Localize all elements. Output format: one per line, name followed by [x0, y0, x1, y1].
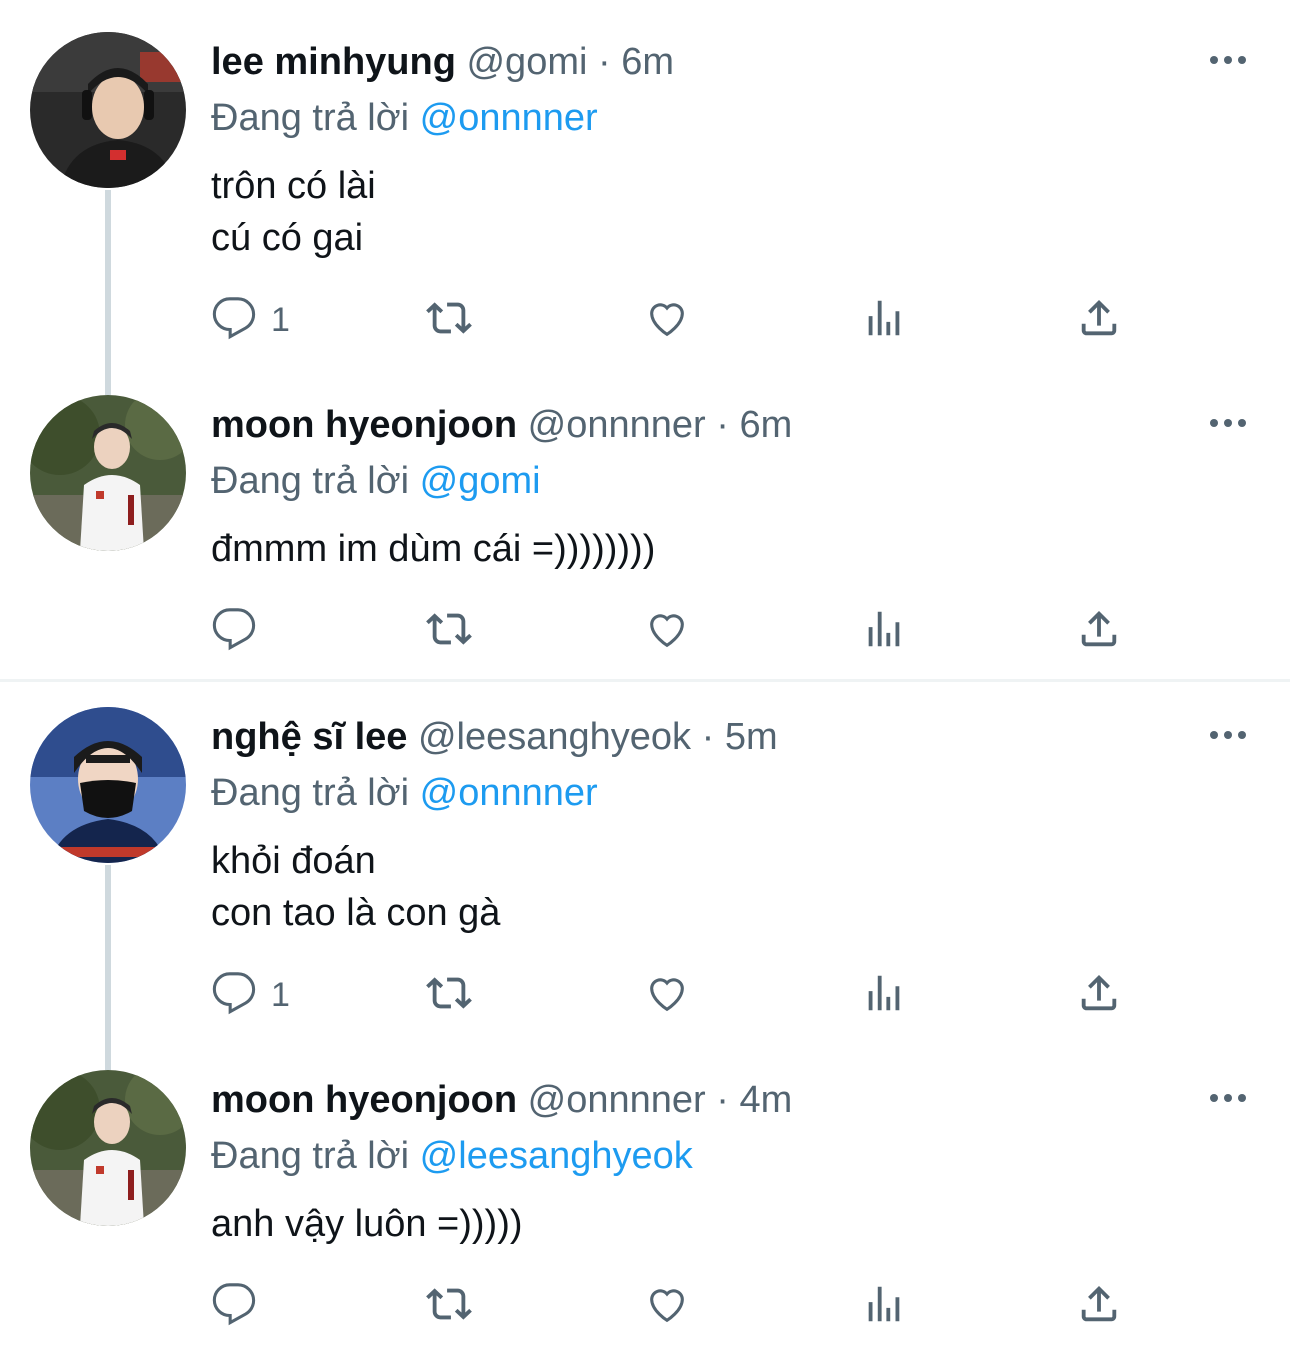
reply-button[interactable] — [211, 1281, 271, 1331]
display-name[interactable]: lee minhyung — [211, 41, 456, 83]
share-button[interactable] — [1076, 295, 1122, 345]
tweet-header: nghệ sĩ lee @leesanghyeok · 5m — [211, 707, 1260, 767]
display-name[interactable]: moon hyeonjoon — [211, 1079, 517, 1121]
retweet-button[interactable] — [426, 1281, 472, 1331]
thread-divider — [0, 679, 1290, 682]
more-dots-icon[interactable] — [1208, 413, 1248, 433]
timestamp[interactable]: 4m — [739, 1079, 792, 1121]
retweet-icon — [426, 970, 472, 1021]
share-icon — [1076, 970, 1122, 1021]
user-handle[interactable]: @onnnner — [528, 1079, 706, 1121]
tweet-text-line: cú có gai — [211, 217, 364, 259]
retweet-button[interactable] — [426, 295, 472, 345]
views-button[interactable] — [861, 1281, 907, 1331]
display-name[interactable]: nghệ sĩ lee — [211, 716, 407, 758]
reply-icon — [211, 295, 257, 346]
tweet-text-line: con tao là con gà — [211, 892, 501, 934]
tweet-header: lee minhyung @gomi · 6m — [211, 32, 1260, 92]
share-button[interactable] — [1076, 606, 1122, 656]
reply-button[interactable] — [211, 606, 271, 656]
views-button[interactable] — [861, 606, 907, 656]
heart-icon — [644, 1281, 690, 1332]
heart-icon — [644, 606, 690, 657]
tweet-text: đmmm im dùm cái =)))))))) — [211, 523, 1260, 575]
avatar[interactable] — [30, 1070, 186, 1226]
reply-icon — [211, 606, 257, 657]
replying-mention[interactable]: @onnnner — [420, 97, 598, 139]
replying-mention[interactable]: @leesanghyeok — [420, 1135, 693, 1177]
reply-button[interactable]: 1 — [211, 970, 290, 1020]
separator: · — [716, 404, 729, 446]
tweet-text-line: khỏi đoán — [211, 840, 376, 882]
replying-to: Đang trả lời @gomi — [211, 455, 1260, 507]
replying-mention[interactable]: @onnnner — [420, 772, 598, 814]
like-button[interactable] — [644, 970, 690, 1020]
replying-to: Đang trả lời @leesanghyeok — [211, 1130, 1260, 1182]
timestamp[interactable]: 5m — [725, 716, 778, 758]
replying-prefix: Đang trả lời — [211, 460, 410, 502]
replying-to: Đang trả lời @onnnner — [211, 767, 1260, 819]
more-dots-icon[interactable] — [1208, 1088, 1248, 1108]
replying-prefix: Đang trả lời — [211, 1135, 410, 1177]
display-name[interactable]: moon hyeonjoon — [211, 404, 517, 446]
replying-prefix: Đang trả lời — [211, 97, 410, 139]
replying-to: Đang trả lời @onnnner — [211, 92, 1260, 144]
thread-line — [105, 865, 111, 1070]
avatar[interactable] — [30, 32, 186, 188]
retweet-icon — [426, 606, 472, 657]
tweet-text: khỏi đoán con tao là con gà — [211, 835, 1260, 939]
reply-count: 1 — [271, 975, 290, 1014]
reply-icon — [211, 970, 257, 1021]
like-button[interactable] — [644, 1281, 690, 1331]
views-button[interactable] — [861, 295, 907, 345]
share-icon — [1076, 1281, 1122, 1332]
thread-line — [105, 190, 111, 395]
like-button[interactable] — [644, 295, 690, 345]
more-dots-icon[interactable] — [1208, 725, 1248, 745]
user-handle[interactable]: @gomi — [466, 41, 587, 83]
replying-prefix: Đang trả lời — [211, 772, 410, 814]
analytics-icon — [861, 1281, 907, 1332]
analytics-icon — [861, 970, 907, 1021]
views-button[interactable] — [861, 970, 907, 1020]
separator: · — [716, 1079, 729, 1121]
analytics-icon — [861, 606, 907, 657]
user-handle[interactable]: @leesanghyeok — [418, 716, 691, 758]
retweet-icon — [426, 295, 472, 346]
tweet-header: moon hyeonjoon @onnnner · 6m — [211, 395, 1260, 455]
share-button[interactable] — [1076, 970, 1122, 1020]
reply-count: 1 — [271, 300, 290, 339]
share-icon — [1076, 606, 1122, 657]
avatar[interactable] — [30, 395, 186, 551]
retweet-icon — [426, 1281, 472, 1332]
share-icon — [1076, 295, 1122, 346]
reply-button[interactable]: 1 — [211, 295, 290, 345]
retweet-button[interactable] — [426, 606, 472, 656]
tweet-text-line: anh vậy luôn =))))) — [211, 1203, 523, 1245]
heart-icon — [644, 295, 690, 346]
analytics-icon — [861, 295, 907, 346]
more-dots-icon[interactable] — [1208, 50, 1248, 70]
separator: · — [701, 716, 715, 758]
like-button[interactable] — [644, 606, 690, 656]
share-button[interactable] — [1076, 1281, 1122, 1331]
tweet-text: trôn có lài cú có gai — [211, 160, 1260, 264]
tweet-header: moon hyeonjoon @onnnner · 4m — [211, 1070, 1260, 1130]
separator: · — [598, 41, 611, 83]
timestamp[interactable]: 6m — [739, 404, 792, 446]
tweet-text-line: trôn có lài — [211, 165, 376, 207]
user-handle[interactable]: @onnnner — [528, 404, 706, 446]
replying-mention[interactable]: @gomi — [420, 460, 541, 502]
tweet-text-line: đmmm im dùm cái =)))))))) — [211, 528, 656, 570]
reply-icon — [211, 1281, 257, 1332]
tweet-text: anh vậy luôn =))))) — [211, 1198, 1260, 1250]
timestamp[interactable]: 6m — [621, 41, 674, 83]
avatar[interactable] — [30, 707, 186, 863]
retweet-button[interactable] — [426, 970, 472, 1020]
heart-icon — [644, 970, 690, 1021]
